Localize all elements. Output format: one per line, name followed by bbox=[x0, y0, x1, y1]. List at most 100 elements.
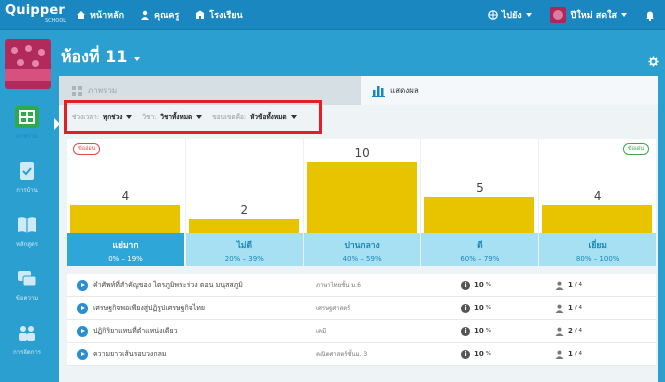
play-icon[interactable] bbox=[77, 279, 88, 291]
user-icon bbox=[555, 281, 564, 290]
quipper-logo[interactable]: Quipper SCHOOL bbox=[0, 0, 66, 30]
home-icon bbox=[77, 10, 85, 19]
sidebar-item-overview[interactable]: ภาพรวม bbox=[0, 96, 60, 150]
percent-unit: % bbox=[485, 305, 491, 311]
overview-icon bbox=[15, 105, 39, 128]
sidebar-item-label: การจัดการ bbox=[13, 348, 41, 356]
topic-subject: เคมี bbox=[316, 328, 327, 335]
management-icon bbox=[19, 325, 35, 341]
topic-row[interactable]: เศรษฐกิจพอเพียงสู่ปฏิรูปเศรษฐกิจไทย เศรษฐ… bbox=[67, 297, 656, 320]
play-icon[interactable] bbox=[77, 325, 88, 337]
students-total: / 4 bbox=[574, 328, 582, 334]
topic-percent: i 10% bbox=[461, 303, 491, 313]
period-filter-value: ทุกช่วง bbox=[102, 113, 123, 121]
class-title-dropdown[interactable]: ห้องที่ 11 bbox=[61, 45, 141, 70]
topic-percent: i 10% bbox=[461, 349, 491, 359]
class-image-dot bbox=[11, 47, 18, 54]
chart-column[interactable]: 4 เยี่ยม 80% – 100% ข้อเด่น bbox=[538, 139, 657, 266]
user-name: ปีใหม่ สดใส bbox=[570, 11, 617, 21]
percent-value: 10 bbox=[474, 350, 484, 358]
goto-dropdown[interactable]: ไปยัง bbox=[487, 8, 532, 22]
chart-bar bbox=[542, 205, 653, 233]
sidebar-item-messages[interactable]: ข้อความ bbox=[0, 258, 54, 312]
tab-overview-label: ภาพรวม bbox=[88, 86, 118, 95]
chart-data-label: 4 bbox=[121, 189, 130, 203]
chart-category-label[interactable]: ปานกลาง 40% – 59% bbox=[303, 233, 421, 266]
chart-column[interactable]: 2 ไม่ดี 20% – 39% bbox=[184, 139, 303, 266]
nav-teachers-label: คุณครู bbox=[154, 10, 180, 21]
chart-category-label[interactable]: ดี 60% – 79% bbox=[421, 233, 539, 266]
subject-filter[interactable]: วิชา: วิชาทั้งหมด bbox=[142, 112, 203, 122]
subject-filter-value: วิชาทั้งหมด bbox=[160, 113, 193, 121]
user-icon bbox=[555, 350, 564, 359]
chevron-down-icon bbox=[525, 13, 532, 17]
chart-data-label: 5 bbox=[476, 181, 484, 195]
percent-unit: % bbox=[485, 282, 491, 288]
info-icon: i bbox=[461, 349, 470, 359]
nav-school[interactable]: โรงเรียน bbox=[195, 8, 243, 22]
scope-filter[interactable]: ขอบเขตคือ: หัวข้อทั้งหมด bbox=[212, 112, 297, 122]
period-filter-label: ช่วงเวลา: bbox=[72, 113, 99, 121]
category-name: เยี่ยม bbox=[588, 241, 607, 251]
main-nav: หน้าหลัก คุณครู โรงเรียน bbox=[60, 8, 243, 22]
chart-column[interactable]: 4 แย่มาก 0% – 19% ข้ออ่อน bbox=[67, 139, 184, 266]
weak-topic-tag: ข้ออ่อน bbox=[73, 143, 101, 155]
play-icon[interactable] bbox=[77, 302, 88, 314]
class-image[interactable] bbox=[5, 39, 51, 89]
subject-filter-label: วิชา: bbox=[142, 113, 157, 121]
students-value: 1 bbox=[568, 304, 573, 312]
chart-bar bbox=[188, 219, 299, 233]
chart-column[interactable]: 5 ดี 60% – 79% bbox=[420, 139, 539, 266]
chevron-down-icon bbox=[290, 115, 297, 119]
tab-results[interactable]: แสดงผล bbox=[361, 76, 658, 105]
chart-data-label: 4 bbox=[593, 189, 602, 203]
strong-topic-tag: ข้อเด่น bbox=[622, 143, 650, 155]
topic-students: 1/ 4 bbox=[555, 350, 582, 359]
sidebar-item-homework[interactable]: การบ้าน bbox=[0, 150, 54, 204]
class-image-dot bbox=[32, 60, 39, 67]
period-filter[interactable]: ช่วงเวลา: ทุกช่วง bbox=[72, 112, 133, 122]
topic-row[interactable]: ความยาวเส้นรอบวงกลม คณิตศาสตร์ชั้นม. 3 i 10… bbox=[67, 343, 656, 366]
students-total: / 4 bbox=[574, 282, 582, 288]
chart-data-label: 2 bbox=[240, 203, 249, 217]
sidebar-item-label: ข้อความ bbox=[15, 294, 39, 302]
topic-percent: i 10% bbox=[461, 326, 491, 336]
nav-home-label: หน้าหลัก bbox=[90, 10, 125, 21]
main-panel: ภาพรวม แสดงผล ช่วงเวลา: ทุกช่วง วิชา: วิ… bbox=[59, 76, 658, 382]
percent-value: 10 bbox=[474, 304, 484, 312]
topic-subject: คณิตศาสตร์ชั้นม. 3 bbox=[316, 351, 368, 358]
chart-category-label[interactable]: ไม่ดี 20% – 39% bbox=[185, 233, 303, 266]
topic-students: 2/ 4 bbox=[555, 327, 582, 336]
teachers-icon bbox=[141, 10, 150, 20]
scope-filter-label: ขอบเขตคือ: bbox=[212, 113, 247, 121]
students-value: 2 bbox=[568, 327, 573, 335]
nav-teachers[interactable]: คุณครู bbox=[140, 8, 179, 22]
sidebar-item-management[interactable]: การจัดการ bbox=[0, 312, 54, 366]
logo-subtext: SCHOOL bbox=[45, 17, 67, 24]
notifications-button[interactable] bbox=[645, 10, 655, 21]
chart-category-label[interactable]: แย่มาก 0% – 19% bbox=[67, 233, 184, 266]
school-icon bbox=[196, 10, 205, 19]
topic-row[interactable]: ปฏิกิริยาแทนที่ตำแหน่งเดียว เคมี i 10% 2/ 4 bbox=[67, 320, 656, 343]
settings-button[interactable] bbox=[648, 52, 659, 71]
sidebar-item-curriculum[interactable]: หลักสูตร bbox=[0, 204, 54, 258]
students-value: 1 bbox=[568, 350, 573, 358]
user-menu[interactable]: ปีใหม่ สดใส bbox=[549, 7, 627, 23]
category-range: 40% – 59% bbox=[342, 255, 382, 263]
play-icon[interactable] bbox=[77, 348, 88, 360]
globe-icon bbox=[487, 10, 498, 20]
chart-bar bbox=[424, 197, 535, 233]
chart-column[interactable]: 10 ปานกลาง 40% – 59% bbox=[302, 139, 421, 266]
topic-row[interactable]: คำศัพท์ที่สำคัญของ ไตรภูมิพระร่วง ตอน มน… bbox=[67, 274, 656, 297]
chart-category-label[interactable]: เยี่ยม 80% – 100% bbox=[539, 233, 657, 266]
tab-results-label: แสดงผล bbox=[390, 86, 419, 95]
grid-icon bbox=[72, 85, 82, 96]
chart-data-label: 10 bbox=[354, 146, 370, 160]
chevron-down-icon bbox=[126, 115, 133, 119]
sidebar: ภาพรวม การบ้าน หลักสูตร ข้อความ การจัดกา… bbox=[0, 96, 60, 366]
class-title: ห้องที่ 11 bbox=[61, 47, 128, 66]
messages-icon bbox=[18, 270, 37, 286]
nav-home[interactable]: หน้าหลัก bbox=[76, 8, 124, 22]
category-name: ไม่ดี bbox=[236, 241, 252, 251]
class-image-dot bbox=[25, 45, 32, 52]
